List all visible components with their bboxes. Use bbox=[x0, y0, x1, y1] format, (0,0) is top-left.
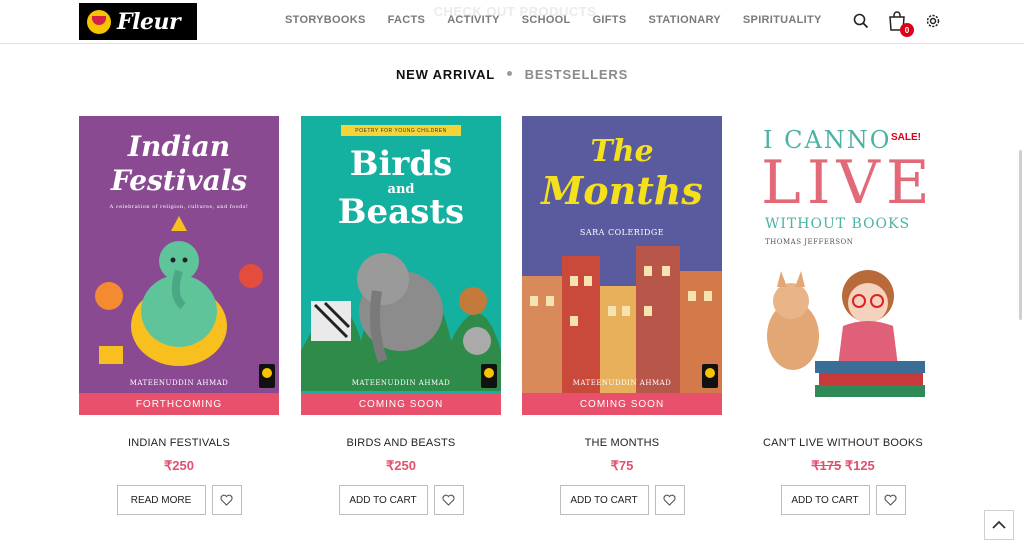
product-name[interactable]: INDIAN FESTIVALS bbox=[79, 437, 279, 449]
add-to-cart-button[interactable]: ADD TO CART bbox=[780, 485, 870, 515]
nav-item-activity[interactable]: ACTIVITY bbox=[447, 14, 500, 26]
wishlist-heart-icon[interactable] bbox=[211, 485, 242, 515]
nav-item-stationary[interactable]: STATIONARY bbox=[648, 14, 720, 26]
cover-illustration bbox=[301, 253, 501, 391]
product-card: The Months SARA COLERIDGE MATEENUDDIN AH… bbox=[522, 116, 722, 515]
product-actions: ADD TO CART bbox=[522, 485, 722, 515]
cover-title-line3: WITHOUT BOOKS bbox=[765, 216, 911, 232]
publisher-badge-icon bbox=[259, 364, 275, 388]
settings-icon[interactable] bbox=[922, 10, 944, 32]
cover-illustration bbox=[95, 216, 263, 366]
product-price: ₹250 bbox=[386, 458, 416, 473]
read-more-button[interactable]: READ MORE bbox=[116, 485, 206, 515]
cover-author: MATEENUDDIN AHMAD bbox=[351, 379, 451, 387]
product-price: ₹75 bbox=[610, 458, 634, 473]
product-price: ₹175 ₹125 bbox=[743, 458, 943, 474]
cover-author: MATEENUDDIN AHMAD bbox=[129, 379, 229, 387]
publisher-badge-icon bbox=[481, 364, 497, 388]
header-actions: 0 bbox=[850, 10, 944, 37]
product-actions: ADD TO CART bbox=[743, 485, 943, 515]
original-price: ₹175 bbox=[811, 458, 842, 473]
cover-author: MATEENUDDIN AHMAD bbox=[572, 379, 672, 387]
site-header: Fleur CHECK OUT PRODUCTS STORYBOOKS FACT… bbox=[0, 0, 1024, 44]
product-name[interactable]: THE MONTHS bbox=[522, 437, 722, 449]
cart-icon[interactable]: 0 bbox=[886, 10, 914, 37]
product-actions: READ MORE bbox=[79, 485, 279, 515]
sale-badge: SALE! bbox=[891, 132, 921, 143]
main-nav: STORYBOOKS FACTS ACTIVITY SCHOOL GIFTS S… bbox=[285, 14, 844, 26]
cover-illustration bbox=[522, 246, 722, 396]
cover-title-line1: Indian bbox=[127, 130, 231, 163]
publisher-badge-icon bbox=[702, 364, 718, 388]
nav-item-spirituality[interactable]: SPIRITUALITY bbox=[743, 14, 822, 26]
nav-item-school[interactable]: SCHOOL bbox=[522, 14, 571, 26]
product-cover-image[interactable]: Indian Festivals A celebration of religi… bbox=[79, 116, 279, 415]
site-logo[interactable]: Fleur bbox=[79, 3, 197, 40]
wishlist-heart-icon[interactable] bbox=[875, 485, 906, 515]
page-scrollbar[interactable] bbox=[1019, 150, 1022, 320]
cover-status-band: FORTHCOMING bbox=[79, 393, 279, 415]
product-price: ₹250 bbox=[164, 458, 194, 473]
cover-title-line1: The bbox=[590, 134, 654, 169]
nav-item-facts[interactable]: FACTS bbox=[388, 14, 426, 26]
product-cover-image[interactable]: SALE! I CANNO LIVE WITHOUT BOOKS THOMAS … bbox=[743, 116, 943, 415]
wishlist-heart-icon[interactable] bbox=[433, 485, 464, 515]
chevron-up-icon bbox=[992, 520, 1006, 529]
cover-tag: POETRY FOR YOUNG CHILDREN bbox=[341, 125, 461, 136]
cover-status-band: COMING SOON bbox=[301, 393, 501, 415]
product-card: SALE! I CANNO LIVE WITHOUT BOOKS THOMAS … bbox=[743, 116, 943, 515]
product-actions: ADD TO CART bbox=[301, 485, 501, 515]
cover-illustration bbox=[767, 270, 925, 397]
product-name[interactable]: CAN'T LIVE WITHOUT BOOKS bbox=[743, 437, 943, 449]
search-icon[interactable] bbox=[850, 10, 872, 32]
nav-item-storybooks[interactable]: STORYBOOKS bbox=[285, 14, 366, 26]
tab-separator bbox=[507, 71, 513, 77]
logo-text: Fleur bbox=[117, 8, 181, 35]
product-card: POETRY FOR YOUNG CHILDREN Birds and Beas… bbox=[301, 116, 501, 515]
add-to-cart-button[interactable]: ADD TO CART bbox=[559, 485, 649, 515]
product-card: Indian Festivals A celebration of religi… bbox=[79, 116, 279, 515]
nav-item-gifts[interactable]: GIFTS bbox=[593, 14, 627, 26]
scroll-to-top-button[interactable] bbox=[984, 510, 1014, 540]
add-to-cart-button[interactable]: ADD TO CART bbox=[338, 485, 428, 515]
cart-count-badge: 0 bbox=[900, 23, 914, 37]
wishlist-heart-icon[interactable] bbox=[654, 485, 685, 515]
product-cover-image[interactable]: POETRY FOR YOUNG CHILDREN Birds and Beas… bbox=[301, 116, 501, 415]
sale-price: ₹125 bbox=[844, 458, 875, 473]
product-cover-image[interactable]: The Months SARA COLERIDGE MATEENUDDIN AH… bbox=[522, 116, 722, 415]
cover-status-band: COMING SOON bbox=[522, 393, 722, 415]
cover-title-line1: Birds bbox=[349, 144, 453, 184]
product-name[interactable]: BIRDS AND BEASTS bbox=[301, 437, 501, 449]
cover-subtitle: A celebration of religion, cultures, and… bbox=[109, 204, 249, 210]
logo-mark-icon bbox=[87, 9, 111, 34]
cover-title-line2: Festivals bbox=[110, 164, 248, 197]
cover-title-line2: LIVE bbox=[761, 148, 936, 218]
product-tabs: NEW ARRIVAL BESTSELLERS bbox=[0, 67, 1024, 82]
cover-title-line2: Months bbox=[541, 168, 703, 213]
tab-new-arrival[interactable]: NEW ARRIVAL bbox=[396, 67, 495, 82]
cover-title-line2: Beasts bbox=[337, 192, 465, 232]
tab-bestsellers[interactable]: BESTSELLERS bbox=[525, 67, 628, 82]
